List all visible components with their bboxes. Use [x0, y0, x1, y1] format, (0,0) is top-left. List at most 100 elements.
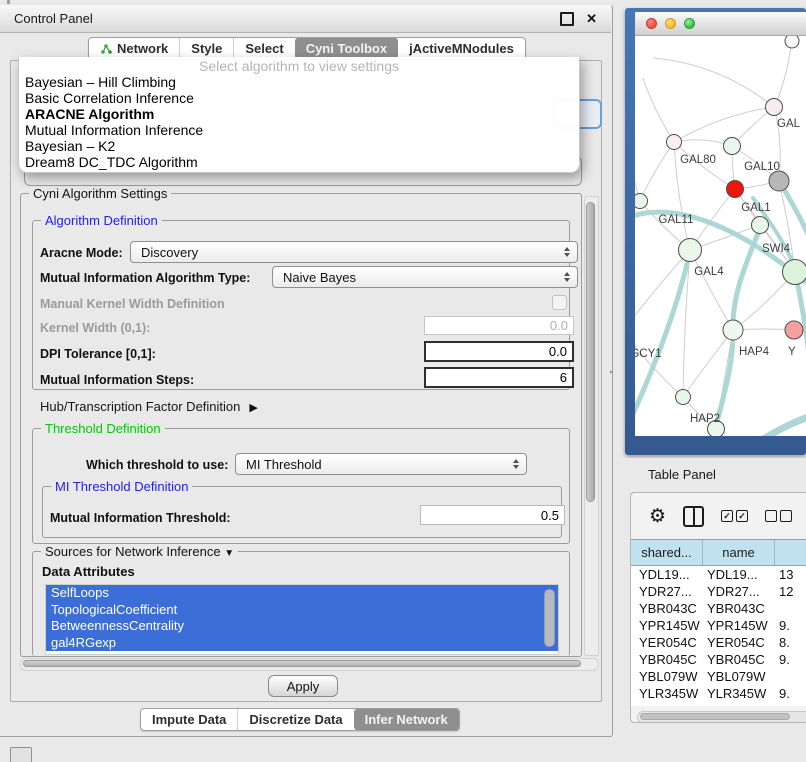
- tab-select[interactable]: Select: [233, 38, 294, 59]
- table-row[interactable]: YDR27...YDR27...12: [631, 583, 806, 600]
- node-label: GAL1: [741, 202, 770, 214]
- gear-icon[interactable]: ⚙: [649, 507, 666, 526]
- node-gal80[interactable]: [667, 135, 682, 150]
- sources-group-title[interactable]: Sources for Network Inference ▼: [41, 544, 238, 561]
- mi-steps-label: Mutual Information Steps:: [40, 373, 194, 387]
- settings-horizontal-scrollbar[interactable]: [20, 658, 599, 671]
- node-hap2[interactable]: [676, 390, 691, 405]
- hub-definition-toggle[interactable]: Hub/Transcription Factor Definition▶: [40, 399, 258, 414]
- list-scrollbar-thumb[interactable]: [544, 589, 555, 647]
- list-item-selfloops[interactable]: SelfLoops: [46, 585, 558, 602]
- pane-splitter-handle[interactable]: ‣: [609, 369, 617, 377]
- tab-style[interactable]: Style: [179, 38, 233, 59]
- control-panel-title: Control Panel: [14, 11, 93, 26]
- network-canvas[interactable]: GAL GAL80 GAL10 GAL1 GAL11 GAL4 SWI4 HAP…: [635, 36, 806, 436]
- column-header-shared-name[interactable]: shared...: [631, 540, 703, 565]
- tab-jactivemnodules[interactable]: jActiveMNodules: [398, 38, 525, 59]
- docked-mini-button[interactable]: [10, 747, 32, 762]
- node-hap4[interactable]: [723, 320, 743, 340]
- table-row[interactable]: YIL052CYIL052C0: [631, 702, 806, 706]
- manual-kernel-checkbox[interactable]: [552, 295, 567, 310]
- node-swi4[interactable]: [783, 260, 806, 285]
- cell: YBR043C: [703, 600, 775, 617]
- mi-threshold-field[interactable]: 0.5: [420, 505, 565, 525]
- node-gal-partial[interactable]: [766, 99, 783, 116]
- split-columns-icon[interactable]: [683, 506, 704, 527]
- manual-kernel-label: Manual Kernel Width Definition: [40, 297, 225, 311]
- expand-down-icon: ▼: [224, 548, 234, 559]
- mi-threshold-label: Mutual Information Threshold:: [50, 511, 231, 525]
- node-y-partial[interactable]: [785, 321, 803, 339]
- which-threshold-select[interactable]: MI Threshold: [235, 453, 527, 475]
- cell: YBR045C: [631, 651, 703, 668]
- cell: YIL052C: [703, 702, 775, 706]
- node-gal1[interactable]: [727, 181, 744, 198]
- dropdown-item-dream8[interactable]: Dream8 DC_TDC Algorithm: [19, 154, 579, 170]
- cell: YER054C: [631, 634, 703, 651]
- node-label: GAL4: [694, 266, 724, 278]
- cell: 9.: [775, 617, 806, 634]
- table-toolbar: ⚙ ✓ ✓: [631, 493, 806, 539]
- table-row[interactable]: YER054CYER054C8.: [631, 634, 806, 651]
- table-horizontal-scrollbar-thumb[interactable]: [640, 713, 790, 720]
- settings-vertical-scrollbar-thumb[interactable]: [586, 202, 595, 502]
- network-window-titlebar[interactable]: [635, 12, 806, 36]
- dpi-tolerance-field[interactable]: 0.0: [424, 341, 574, 362]
- screen: Control Panel ✕ Network Style Select Cyn…: [0, 0, 806, 762]
- cell: YPR145W: [703, 617, 775, 634]
- node-gal11[interactable]: [635, 194, 648, 209]
- node-unlabeled-top[interactable]: [785, 36, 799, 48]
- table-row[interactable]: YPR145WYPR145W9.: [631, 617, 806, 634]
- cell: YBL079W: [631, 668, 703, 685]
- tab-infer-network[interactable]: Infer Network: [354, 709, 459, 730]
- settings-vertical-scrollbar[interactable]: [584, 196, 599, 656]
- tab-jactivemnodules-label: jActiveMNodules: [409, 38, 514, 59]
- minimize-window-icon[interactable]: [665, 18, 676, 29]
- node-gal10[interactable]: [724, 138, 741, 155]
- tab-impute-data[interactable]: Impute Data: [141, 709, 237, 730]
- kernel-width-field[interactable]: 0.0: [424, 316, 574, 335]
- list-item-gal4rgexp[interactable]: gal4RGexp: [46, 635, 558, 652]
- dropdown-item-basic-correlation[interactable]: Basic Correlation Inference: [19, 90, 579, 106]
- table-row[interactable]: YBR045CYBR045C9.: [631, 651, 806, 668]
- cell: YLR345W: [631, 685, 703, 702]
- table-row[interactable]: YLR345WYLR345W9.: [631, 685, 806, 702]
- apply-button[interactable]: Apply: [268, 675, 338, 697]
- node-gray[interactable]: [769, 171, 789, 191]
- column-header-name[interactable]: name: [703, 540, 775, 565]
- zoom-window-icon[interactable]: [684, 18, 695, 29]
- tab-discretize-data[interactable]: Discretize Data: [237, 709, 353, 730]
- hub-definition-label: Hub/Transcription Factor Definition: [40, 399, 240, 414]
- node-gal4[interactable]: [679, 239, 702, 262]
- list-item-betweennesscentrality[interactable]: BetweennessCentrality: [46, 618, 558, 635]
- node-label: SWI4: [762, 243, 791, 255]
- cell: 9.: [775, 685, 806, 702]
- close-window-icon[interactable]: [646, 18, 657, 29]
- node-unlabeled-mid[interactable]: [752, 217, 769, 234]
- tab-cyni-toolbox[interactable]: Cyni Toolbox: [295, 38, 398, 59]
- tab-infer-network-label: Infer Network: [365, 709, 448, 730]
- cell: YBR043C: [631, 600, 703, 617]
- mi-steps-field[interactable]: 6: [424, 367, 574, 388]
- dropdown-item-bayesian-hill-climbing[interactable]: Bayesian – Hill Climbing: [19, 74, 579, 90]
- list-item-topologicalcoefficient[interactable]: TopologicalCoefficient: [46, 602, 558, 619]
- float-window-icon[interactable]: [560, 12, 574, 26]
- tab-network[interactable]: Network: [89, 38, 179, 59]
- select-all-icon[interactable]: ✓ ✓: [721, 510, 748, 522]
- tab-cyni-toolbox-label: Cyni Toolbox: [306, 38, 387, 59]
- column-header-partial[interactable]: [775, 540, 806, 565]
- dropdown-item-aracne[interactable]: ARACNE Algorithm: [19, 106, 579, 122]
- table-row[interactable]: YBR043CYBR043C: [631, 600, 806, 617]
- checked-box-icon: ✓: [721, 510, 733, 522]
- table-row[interactable]: YBL079WYBL079W: [631, 668, 806, 685]
- deselect-all-icon[interactable]: [765, 510, 792, 522]
- table-row[interactable]: YDL19...YDL19...13: [631, 566, 806, 583]
- dropdown-item-mutual-information[interactable]: Mutual Information Inference: [19, 122, 579, 138]
- mi-type-select[interactable]: Naive Bayes: [272, 266, 578, 288]
- close-panel-icon[interactable]: ✕: [586, 12, 597, 25]
- settings-horizontal-scrollbar-thumb[interactable]: [23, 660, 581, 667]
- dropdown-item-bayesian-k2[interactable]: Bayesian – K2: [19, 138, 579, 154]
- table-horizontal-scrollbar[interactable]: [637, 711, 806, 723]
- aracne-mode-select[interactable]: Discovery: [130, 241, 578, 263]
- cyni-bottom-tabbar: Impute Data Discretize Data Infer Networ…: [140, 708, 460, 731]
